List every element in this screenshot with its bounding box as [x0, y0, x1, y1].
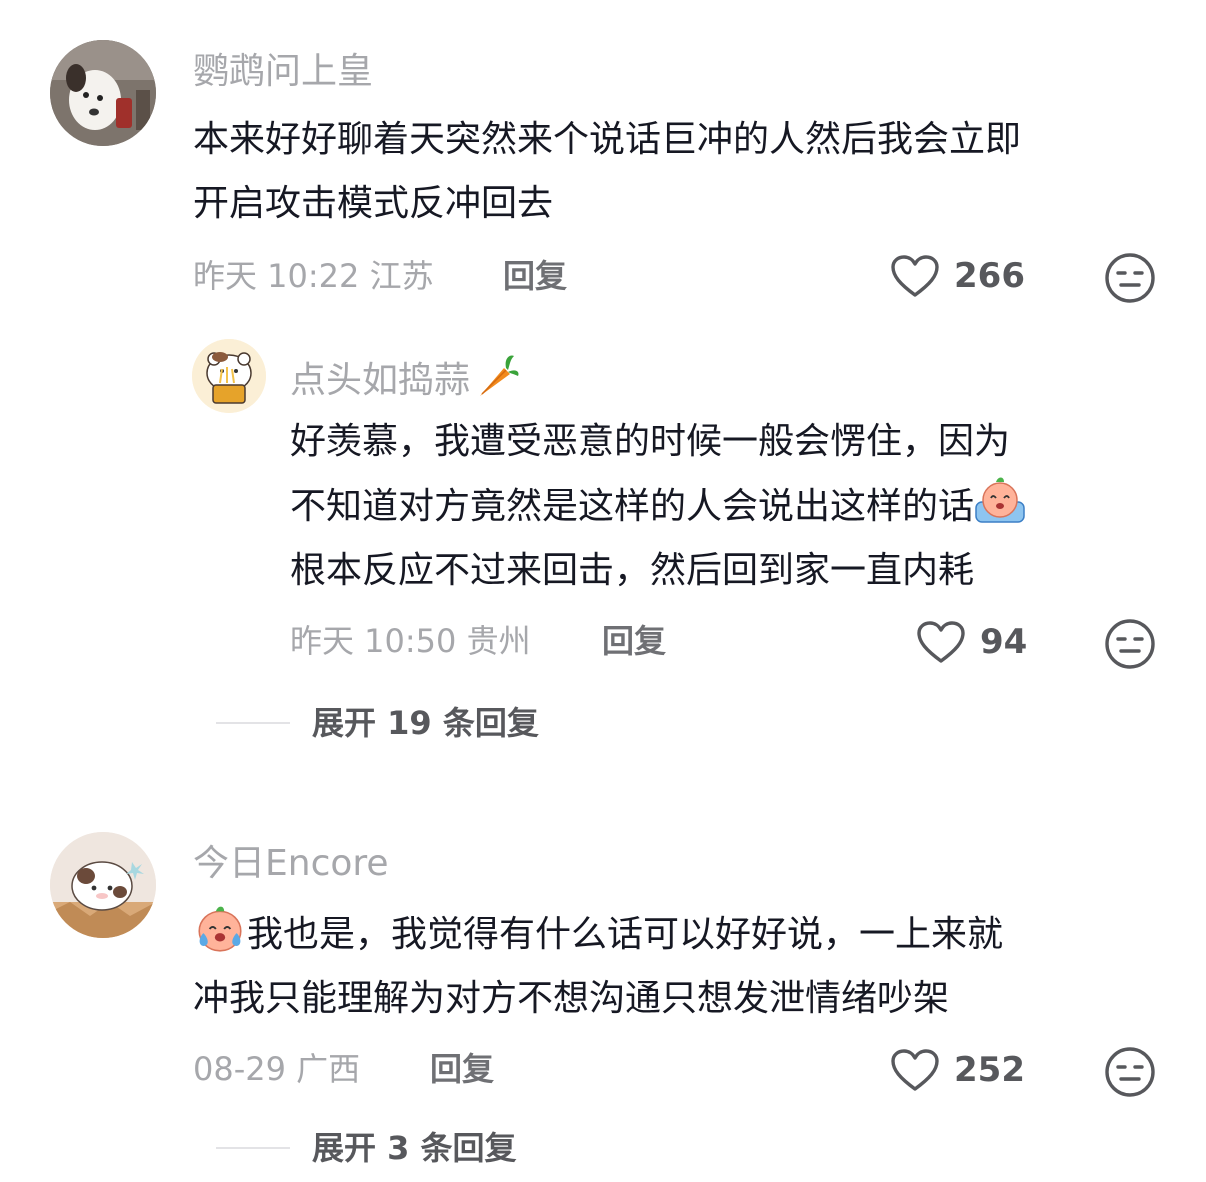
comment-meta: 昨天 10:22 江苏 — [193, 257, 434, 295]
like-button[interactable]: 94 — [916, 620, 1027, 664]
reply-avatar[interactable] — [192, 339, 266, 413]
reply-text-line: 好羡慕，我遭受恶意的时候一般会愣住，因为 — [290, 421, 1011, 462]
hamster-noodles-avatar-image — [192, 339, 266, 413]
divider-line — [216, 722, 290, 724]
dislike-button[interactable] — [1104, 618, 1156, 674]
meh-face-icon — [1105, 619, 1155, 669]
comment-text-line: 本来好好聊着天突然来个说话巨冲的人然后我会立即 — [193, 119, 1022, 160]
comment-meta: 08-29 广西 — [193, 1050, 361, 1088]
heart-icon — [891, 255, 939, 297]
username[interactable]: 今日Encore — [193, 842, 389, 886]
avatar[interactable] — [50, 832, 156, 938]
reply-button[interactable]: 回复 — [430, 1049, 494, 1089]
expand-replies-button[interactable]: 展开 19 条回复 — [216, 703, 539, 743]
reply-text-line: 根本反应不过来回击，然后回到家一直内耗 — [290, 550, 975, 591]
reply-button[interactable]: 回复 — [503, 256, 567, 296]
username[interactable]: 鹦鹉问上皇 — [193, 50, 373, 94]
reply-text-line: 不知道对方竟然是这样的人会说出这样的话 — [290, 474, 1026, 539]
dog-avatar-image — [50, 40, 156, 146]
reply-button[interactable]: 回复 — [602, 621, 666, 661]
comment-text: 我也是，我觉得有什么话可以好好说，一上来就 冲我只能理解为对方不想沟通只想发泄情… — [193, 902, 1003, 1031]
heart-icon — [917, 621, 965, 663]
crying-peach-emoji-icon — [198, 906, 242, 952]
like-button[interactable]: 266 — [890, 254, 1025, 298]
expand-replies-button[interactable]: 展开 3 条回复 — [216, 1128, 517, 1168]
expand-replies-label: 展开 19 条回复 — [312, 704, 539, 742]
like-button[interactable]: 252 — [890, 1048, 1025, 1092]
heart-icon — [891, 1049, 939, 1091]
like-count: 94 — [980, 622, 1028, 662]
crying-peach-emoji-icon — [975, 477, 1025, 523]
avatar[interactable] — [50, 40, 156, 146]
comment-text: 本来好好聊着天突然来个说话巨冲的人然后我会立即 开启攻击模式反冲回去 — [193, 108, 1021, 236]
like-count: 266 — [954, 256, 1025, 296]
reply-text: 好羡慕，我遭受恶意的时候一般会愣住，因为 不知道对方竟然是这样的人会说出这样的话… — [290, 410, 1026, 603]
meh-face-icon — [1105, 1047, 1155, 1097]
divider-line — [216, 1147, 290, 1149]
dislike-button[interactable] — [1104, 1046, 1156, 1102]
dislike-button[interactable] — [1104, 252, 1156, 308]
comment-text-line: 冲我只能理解为对方不想沟通只想发泄情绪吵架 — [193, 978, 950, 1019]
like-count: 252 — [954, 1050, 1025, 1090]
reply-username[interactable]: 点头如捣蒜 — [290, 350, 522, 403]
cartoon-cow-avatar-image — [50, 832, 156, 938]
reply-meta: 昨天 10:50 贵州 — [290, 622, 531, 660]
comment-text-line: 我也是，我觉得有什么话可以好好说，一上来就 — [193, 902, 1003, 967]
comment-text-line: 开启攻击模式反冲回去 — [193, 183, 554, 224]
expand-replies-label: 展开 3 条回复 — [312, 1129, 517, 1167]
meh-face-icon — [1105, 253, 1155, 303]
carrot-emoji-icon — [480, 355, 519, 396]
